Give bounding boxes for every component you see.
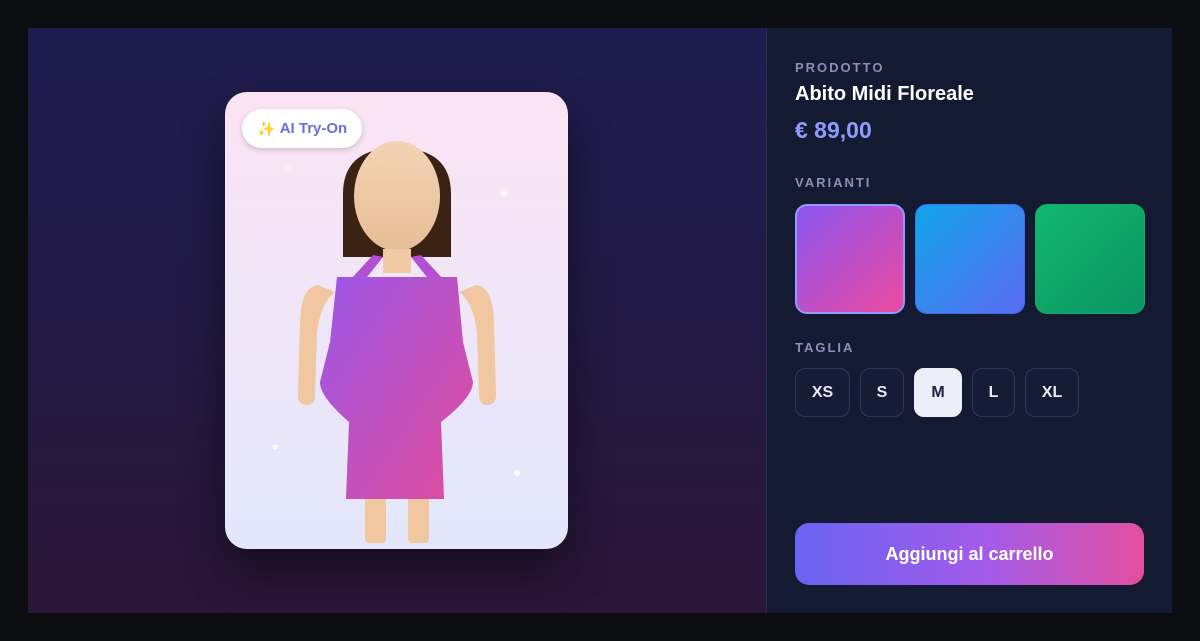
model-neck [383, 249, 411, 273]
size-option-xl[interactable]: XL [1025, 368, 1079, 417]
tryon-stage: ✨ AI Try-On [28, 28, 766, 613]
variant-swatch-purple-pink[interactable] [795, 204, 905, 314]
tryon-preview-card: ✨ AI Try-On [225, 92, 568, 549]
sparkle-dot [285, 165, 291, 171]
size-option-m[interactable]: M [914, 368, 962, 417]
size-option-l[interactable]: L [972, 368, 1015, 417]
sparkle-dot [272, 444, 278, 450]
model-left-leg [365, 492, 386, 543]
ai-try-on-badge: ✨ AI Try-On [242, 109, 363, 148]
size-option-s[interactable]: S [860, 368, 904, 417]
size-option-xs[interactable]: XS [795, 368, 850, 417]
add-to-cart-button[interactable]: Aggiungi al carrello [795, 523, 1144, 585]
sparkle-dot [500, 189, 508, 197]
size-section-label: TAGLIA [795, 340, 855, 355]
try-on-dress [320, 277, 473, 499]
product-panel: PRODOTTO Abito Midi Floreale € 89,00 VAR… [766, 28, 1172, 613]
product-price: € 89,00 [795, 117, 872, 143]
model-figure [272, 141, 520, 543]
variant-swatches [795, 204, 1145, 314]
model-face [354, 141, 440, 251]
product-section-label: PRODOTTO [795, 60, 885, 75]
variant-swatch-green[interactable] [1035, 204, 1145, 314]
ai-try-on-label: AI Try-On [279, 120, 348, 137]
variants-section-label: VARIANTI [795, 175, 872, 190]
product-name: Abito Midi Floreale [795, 83, 974, 105]
size-selector: XS S M L XL [795, 368, 1079, 417]
sparkle-dot [514, 470, 520, 476]
model-right-leg [408, 492, 429, 543]
variant-swatch-blue[interactable] [915, 204, 1025, 314]
product-tryon-app: ✨ AI Try-On PRODOTTO Abito Midi Floreale… [28, 28, 1172, 613]
sparkles-icon: ✨ [257, 120, 276, 138]
